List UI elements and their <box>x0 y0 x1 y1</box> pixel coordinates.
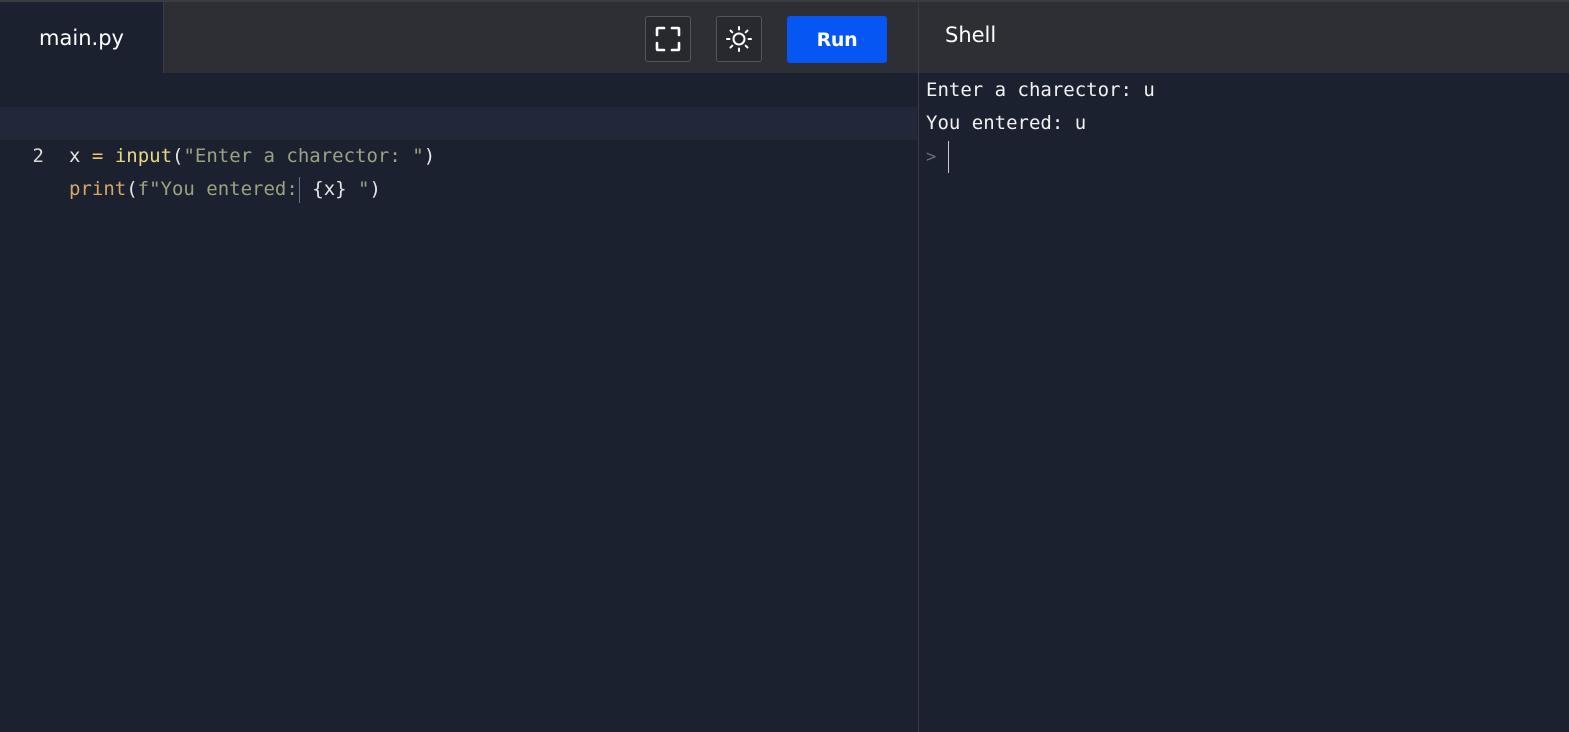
code-token: ) <box>423 145 436 167</box>
shell-header: Shell <box>918 2 1569 75</box>
shell-title: Shell <box>945 23 997 47</box>
sun-icon <box>726 26 752 52</box>
line-code: x = input("Enter a charector: ") <box>69 140 435 173</box>
code-editor[interactable]: 1 x = input("Enter a charector: ") 2 pri… <box>0 73 917 732</box>
code-token: f"You entered: <box>137 178 298 200</box>
shell-output-line: You entered: u <box>926 112 1087 134</box>
file-tab-label: main.py <box>39 25 124 50</box>
code-line[interactable]: 1 x = input("Enter a charector: ") <box>0 74 917 167</box>
shell-output-line: Enter a charector: u <box>926 79 1155 101</box>
line-number: 2 <box>32 145 44 167</box>
online-python-compiler: main.py Run Shell x = input("Enter a cha… <box>0 0 1569 732</box>
run-button[interactable]: Run <box>787 16 887 63</box>
code-token: ) <box>369 178 381 200</box>
code-token: = <box>91 145 104 167</box>
code-token: " <box>346 178 370 200</box>
fullscreen-button[interactable] <box>645 16 691 62</box>
top-bar: main.py Run Shell <box>0 0 1569 75</box>
code-token: input <box>114 145 173 167</box>
fullscreen-icon <box>655 26 681 52</box>
code-token: {x} <box>300 178 347 200</box>
line-code: print(f"You entered: {x} ") <box>69 173 381 206</box>
theme-toggle-button[interactable] <box>716 16 762 62</box>
code-token: print <box>69 178 127 200</box>
shell-prompt: > <box>926 147 937 167</box>
code-token: "Enter a charector: " <box>183 145 424 167</box>
file-tab-main-py[interactable]: main.py <box>0 2 164 75</box>
code-token: x <box>69 145 81 167</box>
code-token: ( <box>126 178 138 200</box>
shell-input-row[interactable]: > <box>926 140 950 174</box>
shell-panel[interactable]: Enter a charector: u You entered: u > <box>918 73 1569 732</box>
code-token: ( <box>172 145 184 167</box>
shell-cursor <box>948 141 950 173</box>
editor-cursor <box>298 176 300 203</box>
code-line-active[interactable]: 2 print(f"You entered: {x} ") <box>0 107 917 203</box>
